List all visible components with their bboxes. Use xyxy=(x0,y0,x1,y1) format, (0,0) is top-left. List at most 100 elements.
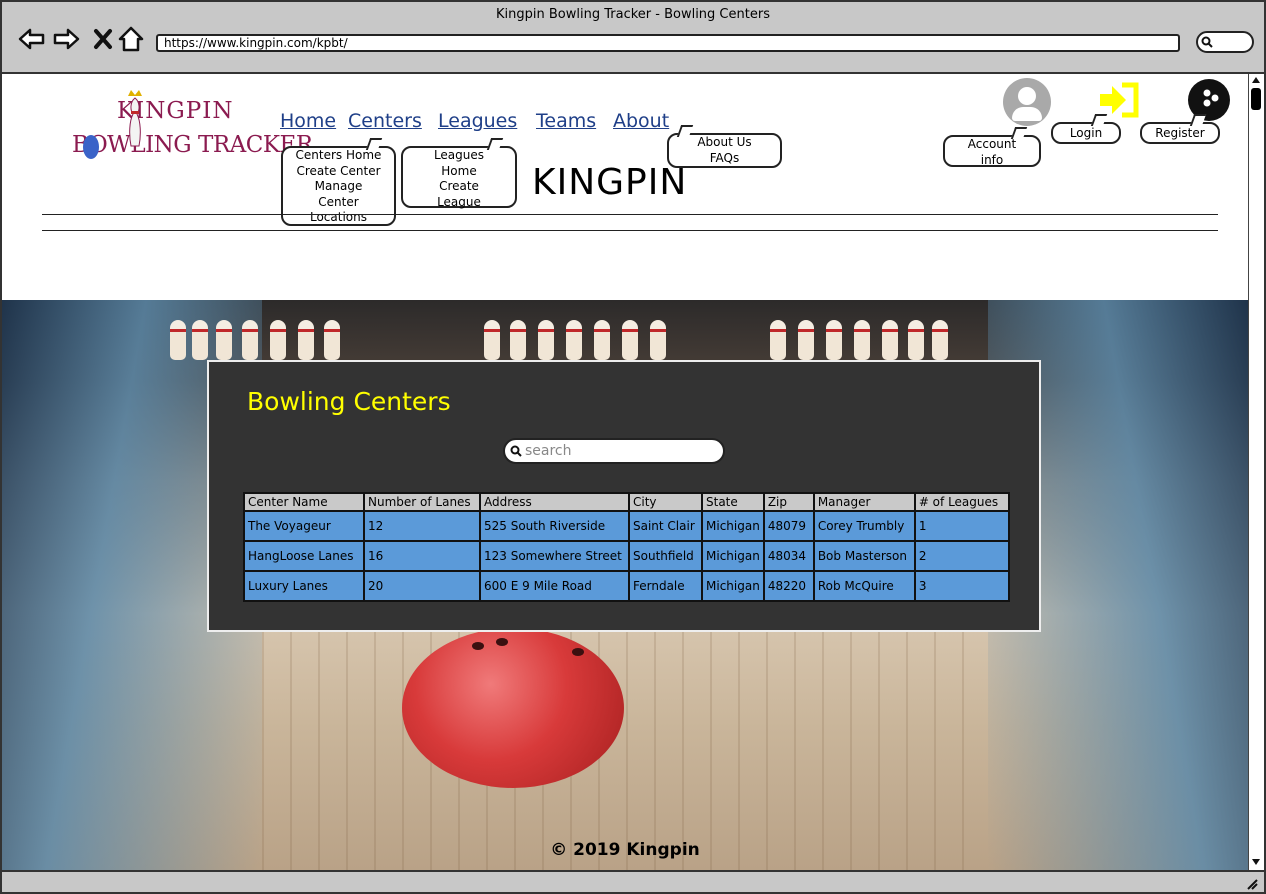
nav-centers[interactable]: Centers xyxy=(348,110,422,132)
browser-window: Kingpin Bowling Tracker - Bowling Center… xyxy=(0,0,1266,894)
submenu-create[interactable]: Create xyxy=(403,179,515,195)
account-info-link[interactable]: Account info xyxy=(943,135,1041,167)
table-cell: 525 South Riverside xyxy=(479,510,630,542)
ball-hole xyxy=(496,638,508,646)
crown-pin-icon xyxy=(128,90,142,147)
table-cell: Ferndale xyxy=(628,570,703,602)
close-icon[interactable] xyxy=(88,24,118,54)
column-header[interactable]: Number of Lanes xyxy=(363,492,481,512)
table-cell: Bob Masterson xyxy=(812,540,916,572)
search-icon xyxy=(1201,36,1213,48)
ball-logo-icon xyxy=(83,135,99,159)
pin xyxy=(908,320,924,360)
table-row[interactable]: HangLoose Lanes 16 123 Somewhere Street … xyxy=(243,540,1011,572)
submenu-center[interactable]: Center xyxy=(283,195,394,211)
scroll-down-arrow-icon[interactable] xyxy=(1251,858,1261,866)
forward-arrow-icon[interactable] xyxy=(52,24,82,54)
submenu-manage[interactable]: Manage xyxy=(283,179,394,195)
home-icon[interactable] xyxy=(116,24,146,54)
pin xyxy=(932,320,948,360)
pin xyxy=(826,320,842,360)
centers-search-input[interactable]: search xyxy=(503,438,725,464)
nav-teams[interactable]: Teams xyxy=(536,110,596,132)
nav-about[interactable]: About xyxy=(613,110,669,132)
column-header[interactable]: Zip xyxy=(762,492,815,512)
bowling-centers-panel: Bowling Centers search Center Name Numbe… xyxy=(207,360,1041,632)
footer-copyright: © 2019 Kingpin xyxy=(550,840,700,860)
column-header[interactable]: # of Leagues xyxy=(913,492,1011,512)
scroll-up-arrow-icon[interactable] xyxy=(1251,76,1261,84)
column-header[interactable]: Center Name xyxy=(243,492,365,512)
table-cell: 123 Somewhere Street xyxy=(479,540,630,572)
table-cell: Saint Clair xyxy=(628,510,703,542)
login-arrow-icon[interactable] xyxy=(1098,82,1140,118)
account-info-line1: Account xyxy=(967,137,1017,151)
table-cell: Rob McQuire xyxy=(812,570,916,602)
table-header-row: Center Name Number of Lanes Address City… xyxy=(243,492,1011,512)
page-viewport: KINGPIN BOWLING TRACKER Home Centers Lea… xyxy=(2,74,1248,870)
nav-leagues[interactable]: Leagues xyxy=(438,110,517,132)
pin xyxy=(594,320,610,360)
user-avatar-icon[interactable] xyxy=(1003,78,1051,126)
pin xyxy=(882,320,898,360)
back-arrow-icon[interactable] xyxy=(16,24,46,54)
address-bar[interactable]: https://www.kingpin.com/kpbt/ xyxy=(156,34,1180,52)
table-cell: Michigan xyxy=(701,510,765,542)
brand-heading: KINGPIN xyxy=(532,162,688,203)
submenu-centers-home[interactable]: Centers Home xyxy=(283,148,394,164)
pin xyxy=(538,320,554,360)
column-header[interactable]: City xyxy=(628,492,703,512)
status-bar xyxy=(2,870,1264,892)
submenu-about-us[interactable]: About Us xyxy=(669,135,780,151)
pin xyxy=(854,320,870,360)
table-cell: 1 xyxy=(913,510,1011,542)
table-cell: 12 xyxy=(363,510,481,542)
pin xyxy=(770,320,786,360)
column-header[interactable]: Manager xyxy=(812,492,916,512)
table-cell: 48034 xyxy=(762,540,815,572)
table-cell: Luxury Lanes xyxy=(243,570,365,602)
vertical-scrollbar[interactable] xyxy=(1248,74,1264,870)
logo-line2[interactable]: BOWLING TRACKER xyxy=(72,132,313,158)
search-icon xyxy=(510,445,522,457)
panel-title: Bowling Centers xyxy=(247,387,451,416)
column-header[interactable]: State xyxy=(701,492,765,512)
pin xyxy=(192,320,208,360)
header-divider-bottom xyxy=(42,230,1218,231)
table-cell: 2 xyxy=(913,540,1011,572)
submenu-league[interactable]: League xyxy=(403,195,515,211)
table-cell: 20 xyxy=(363,570,481,602)
nav-home[interactable]: Home xyxy=(280,110,336,132)
scrollbar-thumb[interactable] xyxy=(1251,88,1261,110)
table-row[interactable]: The Voyageur 12 525 South Riverside Sain… xyxy=(243,510,1011,542)
table-cell: HangLoose Lanes xyxy=(243,540,365,572)
table-row[interactable]: Luxury Lanes 20 600 E 9 Mile Road Fernda… xyxy=(243,570,1011,602)
table-cell: 16 xyxy=(363,540,481,572)
submenu-leagues[interactable]: Leagues xyxy=(403,148,515,164)
bowling-ball-photo xyxy=(402,628,624,788)
table-cell: Michigan xyxy=(701,570,765,602)
table-cell: Corey Trumbly xyxy=(812,510,916,542)
login-link[interactable]: Login xyxy=(1051,122,1121,144)
header-divider-top xyxy=(42,214,1218,215)
ball-hole xyxy=(572,648,584,656)
pin xyxy=(484,320,500,360)
browser-search-field[interactable] xyxy=(1196,31,1254,53)
submenu-home[interactable]: Home xyxy=(403,164,515,180)
ball-hole xyxy=(472,642,484,650)
table-cell: The Voyageur xyxy=(243,510,365,542)
pin xyxy=(324,320,340,360)
register-link[interactable]: Register xyxy=(1140,122,1220,144)
table-cell: Michigan xyxy=(701,540,765,572)
column-header[interactable]: Address xyxy=(479,492,630,512)
site-header: KINGPIN BOWLING TRACKER Home Centers Lea… xyxy=(2,74,1248,300)
pin xyxy=(242,320,258,360)
submenu-create-center[interactable]: Create Center xyxy=(283,164,394,180)
window-title: Kingpin Bowling Tracker - Bowling Center… xyxy=(496,7,770,22)
account-info-line2: info xyxy=(980,152,1004,167)
pin xyxy=(170,320,186,360)
submenu-locations[interactable]: Locations xyxy=(283,210,394,226)
pin xyxy=(270,320,286,360)
resize-grip-icon[interactable] xyxy=(1244,876,1258,890)
pin xyxy=(622,320,638,360)
